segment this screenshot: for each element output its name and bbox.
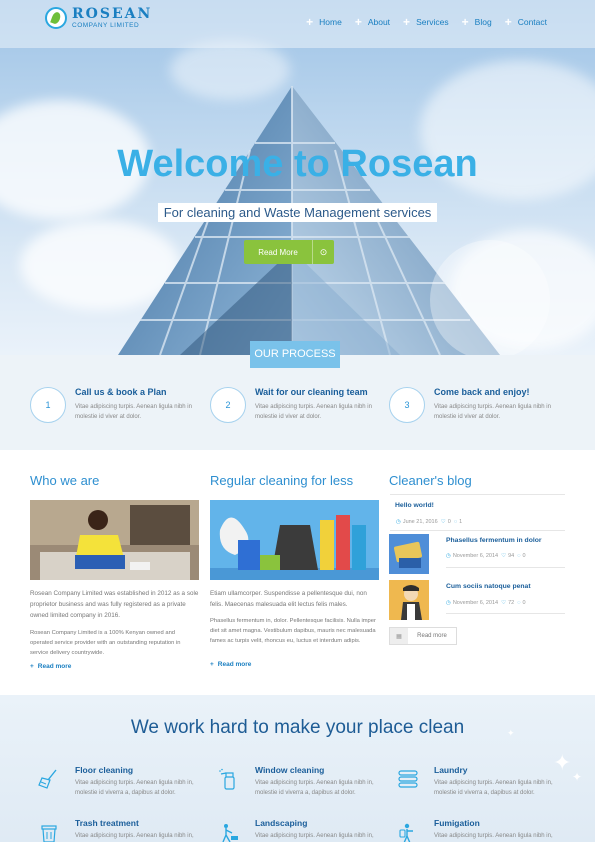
- blog-thumbnail[interactable]: [389, 580, 429, 620]
- blog-post-meta: ◷ November 6, 2014 ♡ 94 ◌ 0: [446, 553, 526, 559]
- step-text: Vitae adipiscing turpis. Aenean ligula n…: [255, 404, 372, 420]
- plus-icon: +: [306, 15, 314, 29]
- arrow-circle-icon: ⊙: [312, 240, 334, 264]
- regular-paragraph: Phasellus fermentum in, dolor. Pellentes…: [210, 618, 376, 644]
- who-paragraph: Rosean Company Limited is a 100% Kenyan …: [30, 630, 181, 656]
- blog-title: Cleaner's blog: [389, 473, 472, 488]
- step-title: Wait for our cleaning team: [255, 387, 368, 397]
- nav-contact[interactable]: + Contact: [505, 15, 547, 29]
- sparkle-icon: ✦: [507, 728, 515, 738]
- site-logo[interactable]: ROSEAN COMPANY LIMITED: [45, 7, 152, 29]
- divider: [390, 530, 565, 531]
- service-title: Fumigation: [434, 818, 480, 828]
- hero-subtitle: For cleaning and Waste Management servic…: [157, 203, 438, 222]
- services-title: We work hard to make your place clean: [130, 717, 465, 738]
- service-text: Vitae adipiscing turpis. Aenean ligula n…: [75, 833, 194, 839]
- clock-icon: ◷: [446, 600, 451, 606]
- who-read-more-link[interactable]: + Read more: [30, 663, 71, 670]
- clock-icon: ◷: [446, 553, 451, 559]
- blog-post-title[interactable]: Hello world!: [395, 502, 434, 509]
- service-text: Vitae adipiscing turpis. Aenean ligula n…: [75, 780, 194, 796]
- divider: [446, 613, 565, 614]
- blog-thumbnail[interactable]: [389, 534, 429, 574]
- plus-icon: +: [461, 15, 469, 29]
- heart-icon: ♡: [501, 553, 507, 559]
- step-title: Call us & book a Plan: [75, 387, 167, 397]
- service-title: Laundry: [434, 765, 468, 775]
- hero-section: ROSEAN COMPANY LIMITED + Home + About + Ser…: [0, 0, 595, 355]
- plus-icon: +: [30, 663, 34, 670]
- service-text: Vitae adipiscing turpis. Aenean ligula n…: [255, 833, 374, 839]
- logo-name: ROSEAN: [72, 6, 153, 22]
- nav-blog[interactable]: + Blog: [462, 15, 492, 29]
- clock-icon: ◷: [396, 519, 401, 525]
- hero-title: Welcome to Rosean: [117, 143, 478, 185]
- divider: [390, 494, 565, 495]
- who-image: [30, 500, 199, 580]
- grid-icon: ▦: [390, 628, 408, 644]
- broom-icon: [38, 769, 57, 789]
- divider: [446, 567, 565, 568]
- sparkle-icon: ✦: [553, 750, 572, 775]
- blog-post-title[interactable]: Cum sociis natoque penat: [446, 583, 531, 590]
- plus-icon: +: [210, 661, 214, 668]
- regular-paragraph: Etiam ullamcorper. Suspendisse a pellent…: [210, 590, 367, 608]
- nav-home[interactable]: + Home: [306, 15, 342, 29]
- cleaning-supplies-image: [210, 500, 379, 580]
- spray-bottle-icon: [219, 768, 235, 790]
- leaf-logo-icon: [45, 7, 67, 29]
- service-text: Vitae adipiscing turpis. Aenean ligula n…: [434, 833, 553, 839]
- service-text: Vitae adipiscing turpis. Aenean ligula n…: [434, 780, 553, 796]
- comment-icon: ◌: [517, 553, 521, 559]
- blog-post-meta: ◷ November 6, 2014 ♡ 72 ◌ 0: [446, 600, 526, 606]
- nav-about[interactable]: + About: [355, 15, 390, 29]
- regular-read-more-link[interactable]: + Read more: [210, 661, 251, 668]
- sparkle-icon: ✦: [572, 770, 583, 784]
- nav-services[interactable]: + Services: [403, 15, 449, 29]
- plus-icon: +: [354, 15, 362, 29]
- lawn-mower-icon: [222, 824, 238, 842]
- step-number: 1: [30, 387, 66, 423]
- blog-post-title[interactable]: Phasellus fermentum in dolor: [446, 537, 542, 544]
- service-title: Window cleaning: [255, 765, 325, 775]
- heart-icon: ♡: [501, 600, 507, 606]
- who-title: Who we are: [30, 473, 100, 488]
- hero-read-more-button[interactable]: Read More ⊙: [244, 240, 334, 264]
- main-nav: + Home + About + Services + Blog + Contact: [293, 15, 547, 29]
- site-header: ROSEAN COMPANY LIMITED + Home + About + Ser…: [0, 0, 595, 48]
- plus-icon: +: [504, 15, 512, 29]
- regular-title: Regular cleaning for less: [210, 473, 354, 488]
- towels-icon: [398, 770, 418, 788]
- step-number: 2: [210, 387, 246, 423]
- blog-post-meta: ◷ June 21, 2016 ♡ 0 ◌ 1: [396, 519, 463, 525]
- who-paragraph: Rosean Company Limited was established i…: [30, 590, 199, 619]
- step-title: Come back and enjoy!: [434, 387, 530, 397]
- step-text: Vitae adipiscing turpis. Aenean ligula n…: [75, 404, 192, 420]
- step-text: Vitae adipiscing turpis. Aenean ligula n…: [434, 404, 551, 420]
- plus-icon: +: [403, 15, 411, 29]
- comment-icon: ◌: [453, 519, 458, 525]
- heart-icon: ♡: [440, 519, 446, 525]
- service-title: Landscaping: [255, 818, 308, 828]
- process-tab: OUR PROCESS: [250, 341, 340, 368]
- service-text: Vitae adipiscing turpis. Aenean ligula n…: [255, 780, 374, 796]
- logo-subtitle: COMPANY LIMITED: [72, 22, 140, 29]
- comment-icon: ◌: [517, 600, 521, 606]
- service-title: Floor cleaning: [75, 765, 134, 775]
- fumigation-icon: [399, 823, 413, 842]
- trash-bin-icon: [41, 825, 57, 842]
- step-number: 3: [389, 387, 425, 423]
- blog-read-more-button[interactable]: ▦ Read more: [389, 627, 457, 645]
- service-title: Trash treatment: [75, 818, 139, 828]
